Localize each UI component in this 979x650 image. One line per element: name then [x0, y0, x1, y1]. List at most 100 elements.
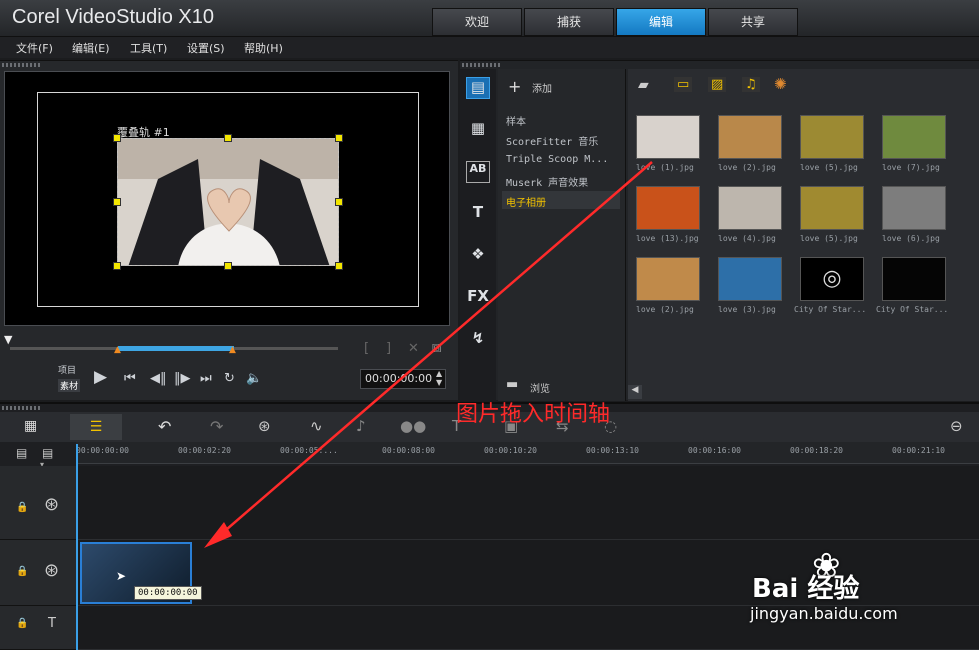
thumbnail[interactable] [636, 186, 700, 230]
playhead[interactable] [76, 444, 78, 650]
media-icon[interactable]: ▤ [466, 77, 490, 99]
show-photos-icon[interactable]: ▨ [708, 77, 727, 92]
resize-handle[interactable] [224, 262, 232, 270]
auto-music-icon[interactable]: ♪ [356, 417, 366, 435]
next-frame-icon[interactable]: ‖▶ [174, 371, 191, 386]
resize-handle[interactable] [113, 198, 121, 206]
folder-item[interactable]: 样本 [506, 113, 526, 128]
track-lock-icon[interactable]: 🔒 [16, 502, 28, 513]
repeat-icon[interactable]: ↻ [224, 371, 235, 386]
tab-edit[interactable]: 编辑 [616, 8, 706, 36]
thumbnail[interactable] [800, 186, 864, 230]
trim-range[interactable] [118, 346, 234, 351]
thumbnail[interactable] [800, 115, 864, 159]
menu-file[interactable]: 文件(F) [16, 40, 53, 56]
thumbnail[interactable] [636, 115, 700, 159]
volume-icon[interactable]: 🔈 [246, 371, 262, 386]
folder-item-selected[interactable]: 电子相册 [502, 191, 620, 209]
browse-label[interactable]: 浏览 [530, 380, 550, 395]
thumbnail[interactable] [718, 186, 782, 230]
overlay-photo[interactable] [117, 138, 339, 266]
panel-gripper[interactable] [2, 406, 42, 410]
tab-capture[interactable]: 捕获 [524, 8, 614, 36]
panel-gripper[interactable] [2, 63, 42, 67]
motion-tracking-icon[interactable]: ●● [400, 417, 426, 435]
track-lock-icon[interactable]: 🔒 [16, 566, 28, 577]
preview-window[interactable]: 覆叠轨 #1 [4, 71, 450, 326]
undo-icon[interactable]: ↶ [158, 417, 171, 436]
thumbnail[interactable] [636, 257, 700, 301]
tab-share[interactable]: 共享 [708, 8, 798, 36]
panel-gripper[interactable] [462, 63, 502, 67]
video-track[interactable] [76, 466, 979, 540]
thumbnail[interactable] [718, 115, 782, 159]
sort-icon[interactable]: ✺ [774, 75, 787, 93]
play-icon[interactable]: ▶ [94, 367, 107, 387]
title-icon[interactable]: T [466, 203, 490, 225]
graphic-icon[interactable]: ❖ [466, 245, 490, 267]
thumbnail[interactable] [882, 186, 946, 230]
resize-handle[interactable] [335, 198, 343, 206]
trim-end-marker-icon[interactable]: ▲ [229, 345, 236, 355]
browse-icon[interactable]: ▬ [506, 377, 518, 392]
menu-help[interactable]: 帮助(H) [244, 40, 283, 56]
track-manager-icon[interactable]: ▤ [42, 446, 53, 460]
audio-thumbnail-icon[interactable]: ◎ [800, 257, 864, 301]
instant-project-icon[interactable]: ▦ [466, 119, 490, 141]
resize-handle[interactable] [224, 134, 232, 142]
player-panel: 覆叠轨 #1 ▼ ▲ ▲ [ ] ✕ ⧉ 项目 素材 ▶ ⏮ ◀‖ ‖▶ ⏭ ↻ [0, 60, 458, 400]
show-videos-icon[interactable]: ▭ [674, 77, 693, 92]
track-lock-icon[interactable]: 🔒 [16, 618, 28, 629]
add-folder-label[interactable]: 添加 [532, 80, 552, 95]
add-folder-icon[interactable]: + [508, 77, 521, 96]
app-title: Corel VideoStudio X10 [12, 6, 214, 28]
folder-item[interactable]: Muserk 声音效果 [506, 174, 588, 189]
sound-mixer-icon[interactable]: ∿ [310, 417, 323, 435]
scroll-left-icon[interactable]: ◀ [628, 385, 642, 399]
previous-frame-icon[interactable]: ◀‖ [150, 371, 167, 386]
thumbnail[interactable] [882, 257, 946, 301]
tab-welcome[interactable]: 欢迎 [432, 8, 522, 36]
scrubber-head-icon[interactable]: ▼ [4, 333, 12, 346]
end-icon[interactable]: ⏭ [200, 371, 212, 386]
mode-clip-label[interactable]: 素材 [58, 379, 81, 392]
fx-icon[interactable]: FX [466, 287, 490, 309]
transition-icon[interactable]: AB [466, 161, 490, 183]
menu-tools[interactable]: 工具(T) [130, 40, 167, 56]
storyboard-view-icon[interactable]: ▦ [24, 418, 37, 434]
mark-out-icon[interactable]: ] [386, 341, 391, 356]
split-clip-icon[interactable]: ✕ [408, 341, 419, 356]
record-capture-icon[interactable]: ⊛ [258, 417, 271, 435]
timeline-ruler[interactable]: 00:00:00:00 00:00:02:20 00:00:05:... 00:… [76, 442, 979, 464]
film-reel-icon: ⊛ [44, 560, 60, 581]
thumbnail-label: City Of Star... [794, 305, 867, 314]
home-icon[interactable]: ⏮ [124, 371, 136, 386]
enlarge-preview-icon[interactable]: ⧉ [432, 341, 441, 356]
mark-in-icon[interactable]: [ [364, 341, 369, 356]
title-track-header[interactable]: 🔒 T [0, 606, 76, 650]
folder-item[interactable]: Triple Scoop M... [506, 154, 608, 165]
zoom-icon[interactable]: ⊖ [950, 417, 963, 435]
resize-handle[interactable] [113, 134, 121, 142]
overlay-track-header[interactable]: 🔒 ⊛ [0, 540, 76, 606]
redo-icon[interactable]: ↷ [210, 417, 223, 436]
trim-start-marker-icon[interactable]: ▲ [114, 345, 121, 355]
timeline-view-icon[interactable]: ☰ [70, 414, 122, 440]
thumbnail[interactable] [718, 257, 782, 301]
resize-handle[interactable] [113, 262, 121, 270]
menu-settings[interactable]: 设置(S) [187, 40, 225, 56]
timecode-field[interactable]: 00:00:00:00 [360, 369, 446, 389]
show-audio-icon[interactable]: ♫ [742, 77, 760, 92]
ruler-tick: 00:00:21:10 [892, 446, 945, 455]
folder-icon[interactable]: ▰ [638, 77, 649, 93]
resize-handle[interactable] [335, 262, 343, 270]
video-track-header[interactable]: 🔒 ⊛ [0, 466, 76, 540]
thumbnail[interactable] [882, 115, 946, 159]
path-icon[interactable]: ↯ [466, 329, 490, 351]
timecode-spinner-icon[interactable]: ▲ ▼ [436, 369, 442, 387]
menu-edit[interactable]: 编辑(E) [72, 40, 110, 56]
folder-item[interactable]: ScoreFitter 音乐 [506, 133, 598, 148]
add-track-icon[interactable]: ▤ [16, 446, 27, 460]
resize-handle[interactable] [335, 134, 343, 142]
mode-project-label[interactable]: 项目 [58, 363, 76, 376]
